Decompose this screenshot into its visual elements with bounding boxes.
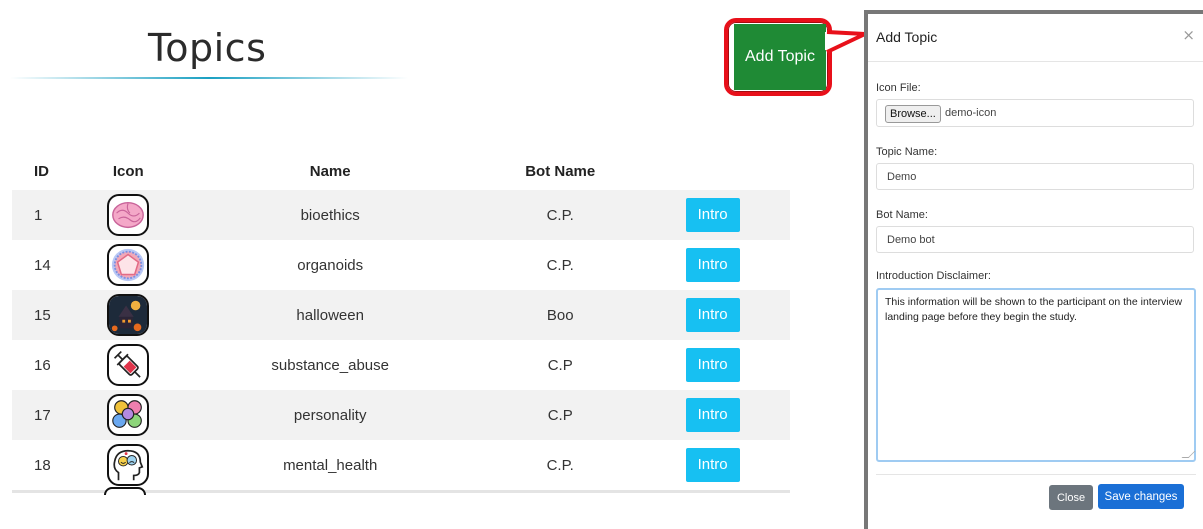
disclaimer-textarea[interactable]: This information will be shown to the pa… bbox=[876, 288, 1196, 462]
topic-name-label: Topic Name: bbox=[876, 146, 938, 158]
head-mind-icon bbox=[107, 444, 150, 486]
add-topic-button[interactable]: Add Topic bbox=[734, 24, 826, 90]
brain-icon bbox=[107, 194, 150, 236]
row-bot-name: Boo bbox=[493, 290, 628, 340]
table-row: 1 bioethics C.P. Intro bbox=[12, 190, 790, 240]
selected-file-name: demo-icon bbox=[945, 107, 997, 119]
topic-name-input[interactable]: Demo bbox=[876, 163, 1194, 190]
close-button[interactable]: Close bbox=[1049, 485, 1093, 510]
row-id: 14 bbox=[34, 256, 51, 274]
modal-title: Add Topic bbox=[876, 29, 938, 45]
callout-arrow bbox=[825, 30, 866, 56]
intro-button[interactable]: Intro bbox=[685, 198, 740, 232]
resize-grip-icon[interactable] bbox=[1181, 451, 1196, 458]
bot-name-input[interactable]: Demo bot bbox=[876, 226, 1194, 253]
row-name: personality bbox=[167, 390, 494, 440]
table-row: 18 mental_health C.P. Intro bbox=[12, 440, 790, 490]
partial-row-icon bbox=[104, 487, 146, 495]
page-title: Topics bbox=[148, 26, 267, 70]
browse-button[interactable]: Browse... bbox=[885, 105, 941, 123]
row-name: substance_abuse bbox=[271, 356, 389, 374]
row-id: 15 bbox=[12, 290, 90, 340]
header-id: ID bbox=[34, 162, 49, 180]
row-id: 16 bbox=[34, 356, 51, 374]
row-name: organoids bbox=[297, 256, 364, 274]
row-name: bioethics bbox=[167, 190, 494, 240]
row-bot-name: C.P. bbox=[546, 256, 574, 274]
table-header-row: ID Icon Name Bot Name bbox=[12, 152, 790, 190]
table-row: 14 organoids C.P. Intro bbox=[12, 240, 790, 290]
modal-footer-divider bbox=[876, 474, 1196, 475]
modal-header: Add Topic × bbox=[868, 14, 1203, 62]
disclaimer-text: This information will be shown to the pa… bbox=[885, 296, 1183, 323]
icon-file-input[interactable]: Browse... demo-icon bbox=[876, 99, 1194, 127]
header-bot-name: Bot Name bbox=[525, 162, 596, 180]
organoid-icon bbox=[107, 244, 150, 286]
row-id: 1 bbox=[12, 190, 90, 240]
save-changes-button[interactable]: Save changes bbox=[1098, 484, 1184, 509]
close-icon[interactable]: × bbox=[1182, 26, 1195, 44]
table-row: 15 halloween Boo Intro bbox=[12, 290, 790, 340]
row-name: mental_health bbox=[283, 456, 378, 474]
intro-button[interactable]: Intro bbox=[685, 248, 740, 282]
intro-button[interactable]: Intro bbox=[685, 448, 740, 482]
row-bot-name: C.P. bbox=[493, 190, 628, 240]
haunted-house-icon bbox=[107, 294, 150, 336]
row-bot-name: C.P bbox=[493, 390, 628, 440]
row-name: halloween bbox=[167, 290, 494, 340]
header-action bbox=[627, 152, 790, 190]
row-id: 18 bbox=[34, 456, 51, 474]
row-bot-name: C.P. bbox=[546, 456, 574, 474]
row-id: 17 bbox=[12, 390, 90, 440]
header-name: Name bbox=[309, 162, 351, 180]
intro-button[interactable]: Intro bbox=[685, 348, 740, 382]
table-row: 17 personality C.P Intro bbox=[12, 390, 790, 440]
bot-name-label: Bot Name: bbox=[876, 209, 928, 221]
row-bot-name: C.P bbox=[547, 356, 573, 374]
puzzle-brain-icon bbox=[107, 394, 150, 436]
intro-button[interactable]: Intro bbox=[685, 398, 740, 432]
icon-file-label: Icon File: bbox=[876, 82, 921, 94]
header-icon: Icon bbox=[112, 162, 144, 180]
disclaimer-label: Introduction Disclaimer: bbox=[876, 270, 991, 282]
topics-table: ID Icon Name Bot Name 1 bioethics C.P. I… bbox=[12, 152, 790, 490]
table-row: 16 substance_abuse C.P Intro bbox=[12, 340, 790, 390]
title-underline bbox=[10, 77, 408, 79]
syringe-icon bbox=[107, 344, 150, 386]
intro-button[interactable]: Intro bbox=[685, 298, 740, 332]
